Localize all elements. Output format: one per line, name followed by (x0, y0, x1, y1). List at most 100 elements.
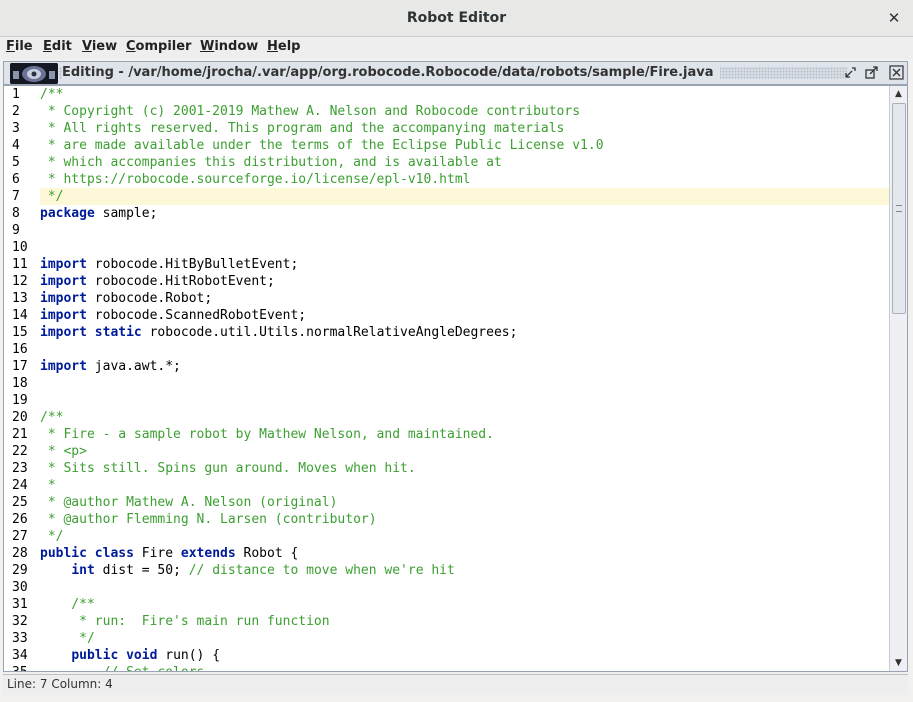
code-line[interactable]: /** (40, 596, 889, 613)
code-comment: * @author Flemming N. Larsen (contributo… (40, 512, 377, 527)
code-line[interactable]: /** (40, 409, 889, 426)
line-number: 33 (12, 631, 28, 646)
scrollbar-thumb[interactable] (892, 103, 906, 314)
code-line[interactable]: ​ (40, 341, 889, 358)
window-close-icon[interactable]: ✕ (885, 9, 903, 27)
menu-help[interactable]: Help (267, 39, 300, 54)
code-editor[interactable]: 1 2 3 4 5 6 7 8 9 10 11 12 13 14 15 16 17 18 19 20 21 22 23 24 2… (3, 85, 908, 672)
menu-edit[interactable]: Edit (43, 39, 72, 54)
code-line[interactable]: ​ (40, 392, 889, 409)
code-line[interactable]: * All rights reserved. This program and … (40, 120, 889, 137)
line-number: 9 (12, 223, 20, 238)
code-line[interactable]: * Fire - a sample robot by Mathew Nelson… (40, 426, 889, 443)
code-token: robocode.HitByBulletEvent; (86, 257, 299, 272)
line-number: 28 (12, 546, 28, 561)
code-keyword: extends (180, 546, 236, 561)
menu-mnemonic: H (267, 39, 278, 54)
code-line[interactable]: import robocode.ScannedRobotEvent; (40, 307, 889, 324)
code-line[interactable]: ​ (40, 222, 889, 239)
code-token: robocode.ScannedRobotEvent; (86, 308, 307, 323)
code-keyword: package (40, 206, 95, 221)
code-line[interactable]: // Set colors (40, 664, 889, 671)
line-number: 11 (12, 257, 28, 272)
line-number: 8 (12, 206, 20, 221)
line-number: 26 (12, 512, 28, 527)
code-comment: * @author Mathew A. Nelson (original) (40, 495, 338, 510)
code-comment: */ (40, 529, 64, 544)
scroll-up-icon[interactable]: ▲ (890, 86, 907, 102)
menu-view[interactable]: View (82, 39, 117, 54)
code-line[interactable]: * <p> (40, 443, 889, 460)
code-line[interactable]: * Sits still. Spins gun around. Moves wh… (40, 460, 889, 477)
code-line[interactable]: ​ (40, 239, 889, 256)
code-line[interactable]: import java.awt.*; (40, 358, 889, 375)
menu-mnemonic: W (200, 39, 215, 54)
line-number: 32 (12, 614, 28, 629)
line-number: 29 (12, 563, 28, 578)
code-comment: * run: Fire's main run function (40, 614, 330, 629)
code-line[interactable]: * Copyright (c) 2001-2019 Mathew A. Nels… (40, 103, 889, 120)
line-number: 31 (12, 597, 28, 612)
code-line[interactable]: /** (40, 86, 889, 103)
code-keyword: import (40, 274, 87, 289)
code-area[interactable]: /** * Copyright (c) 2001-2019 Mathew A. … (40, 86, 889, 671)
code-token: sample; (94, 206, 158, 221)
menu-file[interactable]: File (6, 39, 33, 54)
code-line[interactable]: public class Fire extends Robot { (40, 545, 889, 562)
code-comment: * https://robocode.sourceforge.io/licens… (40, 172, 471, 187)
code-line[interactable]: import robocode.HitRobotEvent; (40, 273, 889, 290)
scroll-down-icon[interactable]: ▼ (890, 655, 907, 671)
code-line[interactable]: * @author Flemming N. Larsen (contributo… (40, 511, 889, 528)
line-number: 24 (12, 478, 28, 493)
menu-mnemonic: F (6, 39, 15, 54)
line-number-gutter: 1 2 3 4 5 6 7 8 9 10 11 12 13 14 15 16 17 18 19 20 21 22 23 24 2… (4, 86, 38, 671)
code-token: robocode.Robot; (86, 291, 213, 306)
minimize-icon[interactable] (843, 65, 858, 80)
code-comment: */ (40, 631, 95, 646)
menu-window[interactable]: Window (200, 39, 258, 54)
title-bar: Robot Editor ✕ (0, 0, 913, 37)
vertical-scrollbar[interactable]: ▲ ▼ (889, 86, 907, 671)
line-number: 6 (12, 172, 20, 187)
code-line[interactable]: public void run() { (40, 647, 889, 664)
code-line[interactable]: * https://robocode.sourceforge.io/licens… (40, 171, 889, 188)
code-line[interactable]: import robocode.HitByBulletEvent; (40, 256, 889, 273)
code-line[interactable]: * (40, 477, 889, 494)
code-line[interactable]: */ (40, 528, 889, 545)
code-keyword: static (94, 325, 142, 340)
code-line[interactable]: * run: Fire's main run function (40, 613, 889, 630)
code-line[interactable]: int dist = 50; // distance to move when … (40, 562, 889, 579)
code-token: Fire (133, 546, 181, 561)
code-keyword: void (126, 648, 158, 663)
code-comment: * are made available under the terms of … (40, 138, 604, 153)
code-line[interactable]: package sample; (40, 205, 889, 222)
code-line[interactable]: */ (40, 188, 889, 205)
line-number: 25 (12, 495, 28, 510)
code-line[interactable]: ​ (40, 579, 889, 596)
code-comment: * (40, 478, 56, 493)
code-line[interactable]: import static robocode.util.Utils.normal… (40, 324, 889, 341)
code-line[interactable]: import robocode.Robot; (40, 290, 889, 307)
maximize-icon[interactable] (864, 65, 879, 80)
line-number: 30 (12, 580, 28, 595)
scroll-grip-icon (896, 205, 902, 212)
menu-label-rest: ompiler (135, 39, 192, 54)
code-keyword: import (40, 257, 87, 272)
code-line[interactable]: * @author Mathew A. Nelson (original) (40, 494, 889, 511)
line-number: 21 (12, 427, 28, 442)
line-number: 19 (12, 393, 28, 408)
code-line[interactable]: ​ (40, 375, 889, 392)
line-number: 34 (12, 648, 28, 663)
code-line[interactable]: * are made available under the terms of … (40, 137, 889, 154)
close-icon[interactable] (889, 65, 904, 80)
editor-frame-titlebar[interactable]: Editing - /var/home/jrocha/.var/app/org.… (3, 61, 908, 85)
line-number: 14 (12, 308, 28, 323)
code-line[interactable]: */ (40, 630, 889, 647)
menu-compiler[interactable]: Compiler (126, 39, 191, 54)
code-line[interactable]: * which accompanies this distribution, a… (40, 154, 889, 171)
code-token: robocode.util.Utils.normalRelativeAngleD… (141, 325, 518, 340)
code-comment: */ (40, 189, 64, 204)
line-number: 23 (12, 461, 28, 476)
